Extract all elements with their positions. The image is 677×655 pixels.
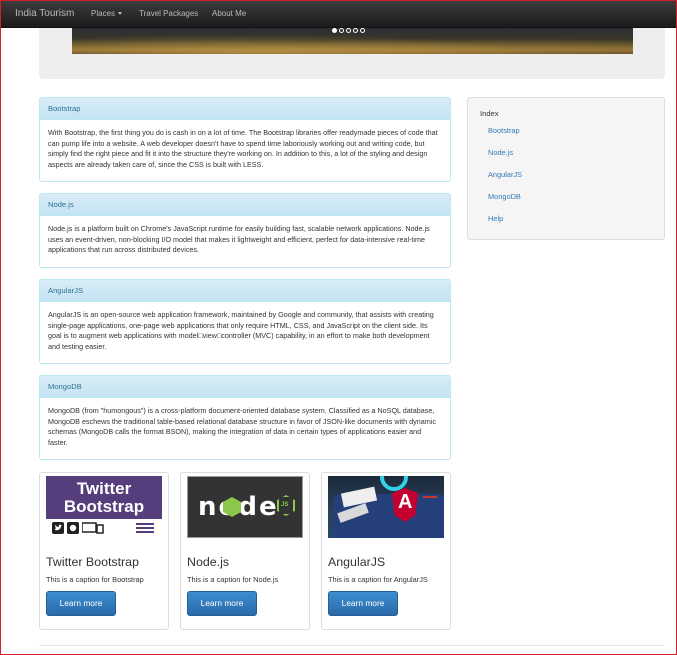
github-icon bbox=[67, 522, 79, 534]
top-navbar: India Tourism Places Travel Packages Abo… bbox=[1, 1, 676, 28]
js-logo-text: JS bbox=[281, 502, 289, 508]
sidebar-link-help[interactable]: Help bbox=[488, 214, 503, 223]
panel-mongodb: MongoDB MongoDB (from "humongous") is a … bbox=[39, 375, 451, 460]
twitter-icon bbox=[52, 522, 64, 534]
carousel-indicators bbox=[332, 28, 365, 34]
panel-bootstrap: Bootstrap With Bootstrap, the first thin… bbox=[39, 97, 451, 182]
thumbnail-caption: This is a caption for AngularJS bbox=[328, 575, 428, 584]
panel-angularjs: AngularJS AngularJS is an open-source we… bbox=[39, 279, 451, 364]
thumbnail-angularjs: A AngularJS This is a caption for Angula… bbox=[321, 472, 451, 630]
learn-more-button[interactable]: Learn more bbox=[187, 591, 257, 616]
thumbnail-bootstrap: Twitter Bootstrap Twitter Bootstrap This… bbox=[39, 472, 169, 630]
thumbnail-title: Twitter Bootstrap bbox=[46, 555, 139, 569]
nav-item-places[interactable]: Places bbox=[91, 9, 123, 18]
panel-body: AngularJS is an open-source web applicat… bbox=[48, 310, 434, 351]
sidebar-title: Index bbox=[480, 109, 499, 118]
carousel-indicator-2[interactable] bbox=[339, 28, 344, 33]
devices-icon bbox=[82, 522, 104, 534]
nav-item-about-me[interactable]: About Me bbox=[212, 9, 246, 18]
logo-text-line-2: Bootstrap bbox=[63, 497, 145, 516]
angularjs-photo: A bbox=[328, 476, 444, 538]
sidebar-link-mongodb[interactable]: MongoDB bbox=[488, 192, 521, 201]
panel-heading: Node.js bbox=[40, 194, 450, 216]
panel-heading: Bootstrap bbox=[40, 98, 450, 120]
learn-more-button[interactable]: Learn more bbox=[328, 591, 398, 616]
panel-body: Node.js is a platform built on Chrome's … bbox=[48, 224, 430, 255]
sidebar-link-nodejs[interactable]: Node.js bbox=[488, 148, 513, 157]
sidebar-link-angularjs[interactable]: AngularJS bbox=[488, 170, 522, 179]
sidebar-link-bootstrap[interactable]: Bootstrap bbox=[488, 126, 520, 135]
carousel-indicator-1[interactable] bbox=[332, 28, 337, 33]
thumbnail-nodejs: node JS Node.js This is a caption for No… bbox=[180, 472, 310, 630]
nodejs-logo: node JS bbox=[187, 476, 303, 538]
panel-nodejs: Node.js Node.js is a platform built on C… bbox=[39, 193, 451, 268]
logo-text-line-1: Twitter bbox=[76, 479, 132, 498]
grid-icon bbox=[136, 523, 154, 533]
angular-a-letter: A bbox=[398, 491, 413, 513]
panel-heading: MongoDB bbox=[40, 376, 450, 398]
carousel-indicator-3[interactable] bbox=[346, 28, 351, 33]
navbar-brand[interactable]: India Tourism bbox=[15, 8, 74, 19]
rod-shape bbox=[423, 496, 437, 498]
caret-down-icon bbox=[118, 12, 123, 16]
thumbnail-title: AngularJS bbox=[328, 555, 386, 569]
thumbnail-caption: This is a caption for Node.js bbox=[187, 575, 279, 584]
twitter-bootstrap-logo: Twitter Bootstrap bbox=[46, 476, 162, 538]
panel-body: With Bootstrap, the first thing you do i… bbox=[48, 128, 438, 169]
carousel-indicator-4[interactable] bbox=[353, 28, 358, 33]
panel-body: MongoDB (from "humongous") is a cross-pl… bbox=[48, 406, 436, 447]
sidebar-index: Index Bootstrap Node.js AngularJS MongoD… bbox=[467, 97, 665, 240]
nav-item-travel-packages[interactable]: Travel Packages bbox=[139, 9, 198, 18]
thumbnail-title: Node.js bbox=[187, 555, 230, 569]
footer-divider bbox=[39, 645, 665, 646]
thumbnail-caption: This is a caption for Bootstrap bbox=[46, 575, 144, 584]
carousel-indicator-5[interactable] bbox=[360, 28, 365, 33]
panel-heading: AngularJS bbox=[40, 280, 450, 302]
learn-more-button[interactable]: Learn more bbox=[46, 591, 116, 616]
nav-item-label: Places bbox=[91, 9, 116, 18]
